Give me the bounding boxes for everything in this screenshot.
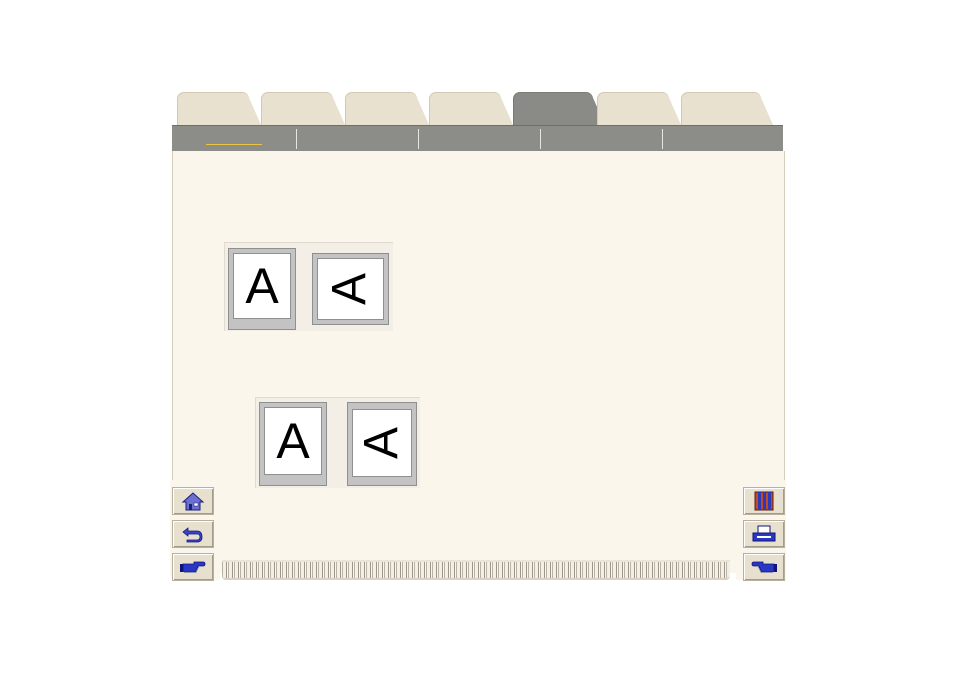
next-page-button[interactable]: [172, 553, 214, 581]
spiral-binding: [222, 562, 730, 580]
pointing-hand-right-icon: [180, 561, 206, 573]
orientation-illustration-1: A A: [224, 242, 393, 331]
content-page: [172, 151, 785, 573]
subtab-5[interactable]: [663, 129, 783, 149]
rotated-page-card: A: [347, 402, 417, 486]
tab-7[interactable]: [681, 92, 774, 127]
previous-page-button[interactable]: [743, 553, 785, 581]
portrait-page-card: A: [228, 248, 296, 330]
print-button[interactable]: [743, 520, 785, 548]
tab-3[interactable]: [345, 92, 430, 127]
letter-a-upright: A: [276, 413, 310, 469]
letter-a-upright: A: [245, 258, 279, 314]
printer-icon: [752, 525, 776, 542]
subtab-bar: [172, 125, 783, 152]
index-button[interactable]: [743, 487, 785, 515]
book-index-icon: [754, 491, 774, 511]
back-arrow-icon: [182, 527, 203, 543]
tab-2[interactable]: [261, 92, 346, 127]
subtab-3[interactable]: [419, 129, 541, 149]
home-icon: [181, 492, 205, 511]
subtab-selected-underline: [206, 144, 262, 145]
subtab-4[interactable]: [541, 129, 663, 149]
back-button[interactable]: [172, 520, 214, 548]
home-button[interactable]: [172, 487, 214, 515]
letter-a-rotated: A: [354, 426, 408, 460]
orientation-illustration-2: A A: [255, 397, 420, 488]
rotated-page-card: A: [312, 253, 389, 325]
tab-6[interactable]: [597, 92, 682, 127]
tab-1[interactable]: [177, 92, 262, 127]
tab-5-active[interactable]: [513, 92, 606, 127]
tab-4[interactable]: [429, 92, 514, 127]
portrait-page-card: A: [259, 402, 327, 486]
pointing-hand-left-icon: [751, 561, 777, 573]
subtab-1-selected[interactable]: [172, 129, 297, 149]
subtab-2[interactable]: [297, 129, 419, 149]
letter-a-rotated: A: [323, 272, 377, 306]
